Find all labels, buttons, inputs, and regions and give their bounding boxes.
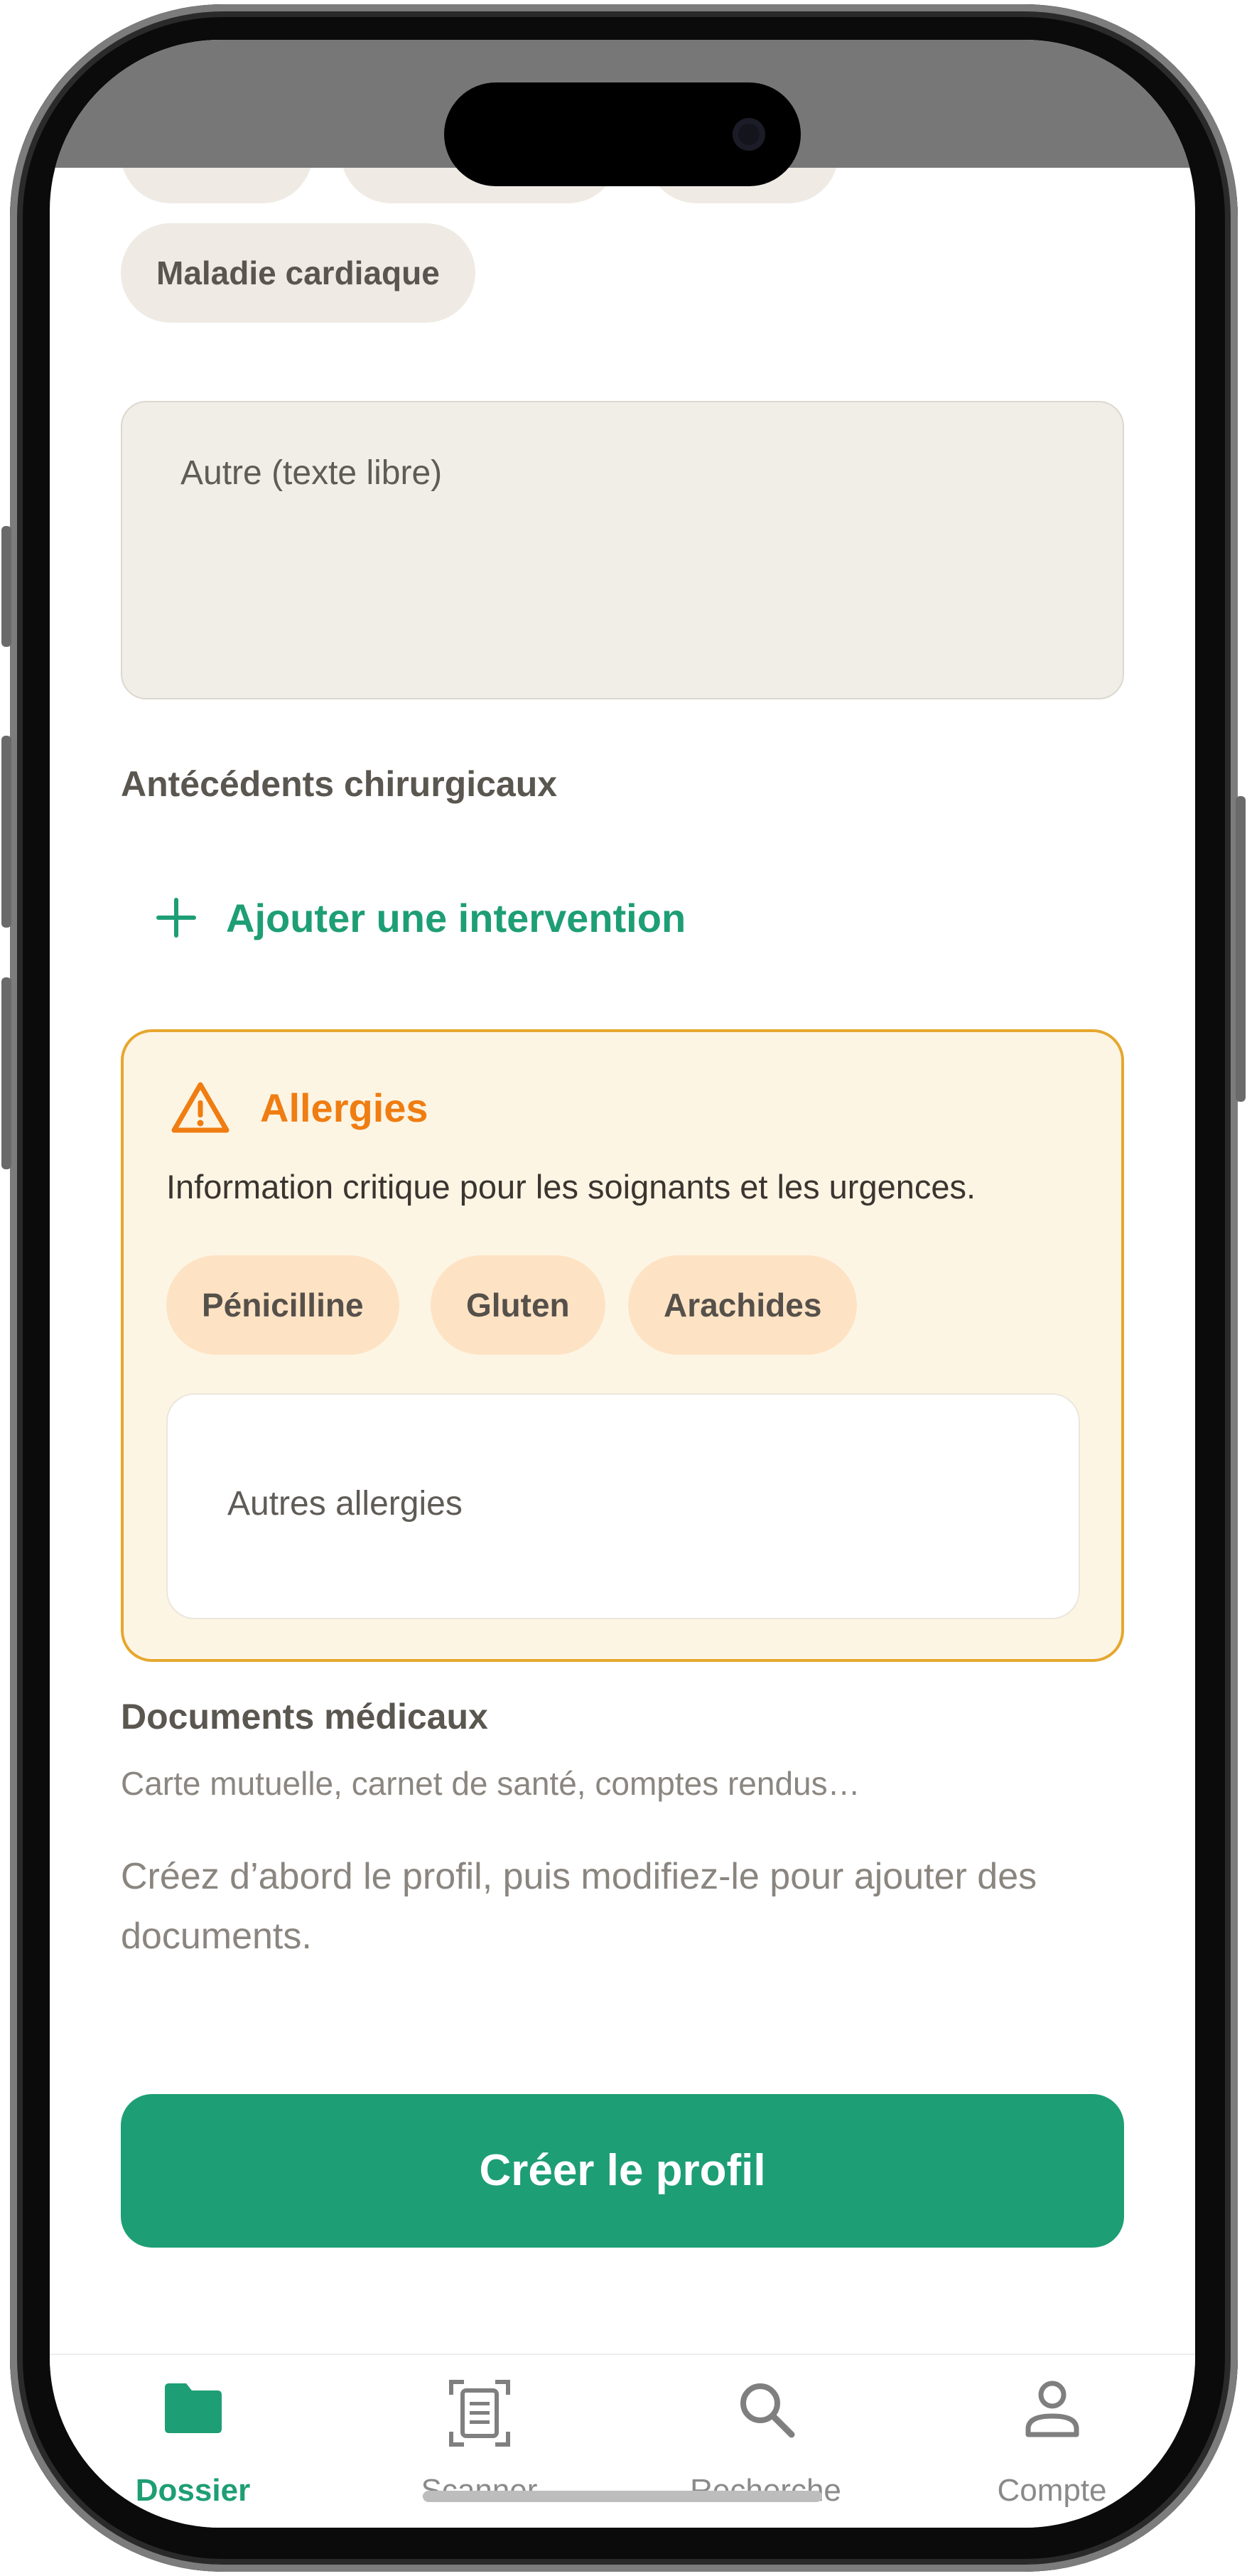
volume-up-button [1,736,11,928]
add-intervention-label: Ajouter une intervention [226,895,686,940]
allergies-card: Allergies Information critique pour les … [121,1029,1124,1662]
warning-icon [171,1082,230,1133]
textarea-placeholder: Autre (texte libre) [180,454,443,492]
tab-dossier[interactable]: Dossier [50,2355,336,2528]
antecedents-chirurgicaux-title: Antécédents chirurgicaux [121,764,558,804]
create-profile-button[interactable]: Créer le profil [121,2094,1124,2248]
plus-icon [156,898,196,938]
autres-allergies-input[interactable]: Autres allergies [166,1393,1080,1619]
chip-penicilline[interactable]: Pénicilline [166,1255,399,1355]
home-indicator[interactable] [423,2491,822,2502]
phone-screen: Maladie cardiaque Autre (texte libre) An… [50,40,1195,2528]
folder-icon [164,2383,222,2433]
documents-title: Documents médicaux [121,1697,488,1737]
autre-antecedent-textarea[interactable]: Autre (texte libre) [121,401,1124,699]
input-placeholder: Autres allergies [227,1485,463,1523]
tab-dossier-label: Dossier [135,2473,251,2508]
chip-gluten[interactable]: Gluten [431,1255,605,1355]
tab-compte[interactable]: Compte [909,2355,1195,2528]
chip-arachides[interactable]: Arachides [628,1255,858,1355]
search-icon [740,2383,794,2438]
add-intervention-button[interactable]: Ajouter une intervention [156,882,686,953]
allergies-description: Information critique pour les soignants … [166,1168,976,1206]
documents-info: Créez d’abord le profil, puis modifiez-l… [121,1856,1037,1957]
user-icon [1025,2381,1079,2437]
volume-down-button [1,977,11,1169]
power-button [1236,796,1246,1102]
allergies-header: Allergies [171,1080,428,1134]
allergies-title: Allergies [260,1085,428,1130]
front-camera [733,118,765,151]
tab-compte-label: Compte [997,2473,1107,2508]
action-button [1,526,11,647]
scan-document-icon [448,2380,510,2447]
chip-hidden[interactable] [121,168,313,203]
documents-subtitle: Carte mutuelle, carnet de santé, comptes… [121,1765,860,1802]
dynamic-island [444,82,801,186]
chip-maladie-cardiaque[interactable]: Maladie cardiaque [121,223,475,323]
form-scroll-area[interactable]: Maladie cardiaque Autre (texte libre) An… [50,168,1195,2354]
